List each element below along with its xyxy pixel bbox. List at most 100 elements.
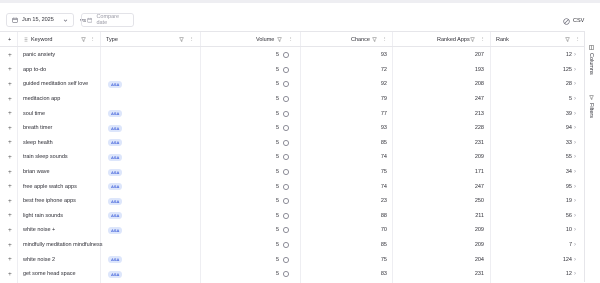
table-row[interactable]: + white noise 2 ASA 5 75 204 124 ›	[0, 252, 584, 267]
volume-history-icon[interactable]	[283, 165, 289, 180]
rank-chevron-icon[interactable]: ›	[574, 179, 576, 194]
rank-chevron-icon[interactable]: ›	[574, 92, 576, 107]
volume-history-icon[interactable]	[283, 209, 289, 224]
rank-chevron-icon[interactable]: ›	[574, 77, 576, 92]
expand-row-icon[interactable]: +	[8, 92, 12, 107]
expand-row-icon[interactable]: +	[8, 63, 12, 78]
volume-history-icon[interactable]	[283, 238, 289, 253]
volume-history-icon[interactable]	[283, 48, 289, 63]
rank-chevron-icon[interactable]: ›	[574, 252, 576, 267]
table-row[interactable]: + mindfully meditation mindfulness 5 85 …	[0, 238, 584, 253]
ranked-apps-cell: 207	[474, 52, 484, 59]
csv-export-button[interactable]: CSV	[563, 16, 584, 26]
volume-cell: 5	[275, 242, 279, 249]
type-filter-icon[interactable]	[179, 32, 184, 47]
volume-history-icon[interactable]	[283, 150, 289, 165]
rank-menu-icon[interactable]: ⋮	[575, 32, 581, 47]
ranked-apps-filter-icon[interactable]	[470, 32, 475, 47]
volume-history-icon[interactable]	[283, 136, 289, 151]
chance-cell: 72	[380, 66, 387, 73]
table-row[interactable]: + meditacion app 5 79 247 5 ›	[0, 92, 584, 107]
chance-cell: 77	[380, 110, 387, 117]
expand-row-icon[interactable]: +	[8, 252, 12, 267]
type-cell: ASA	[108, 106, 123, 121]
rank-chevron-icon[interactable]: ›	[574, 150, 576, 165]
rank-chevron-icon[interactable]: ›	[574, 165, 576, 180]
table-row[interactable]: + panic anxiety 5 93 207 12 ›	[0, 48, 584, 63]
filters-tab[interactable]: Filters	[588, 95, 594, 118]
expand-row-icon[interactable]: +	[8, 121, 12, 136]
keyword-filter-icon[interactable]	[81, 32, 86, 47]
rank-chevron-icon[interactable]: ›	[574, 121, 576, 136]
table-header: + Keyword ⋮ Type ⋮ Volume ⋮ Chance ⋮ Ran…	[0, 32, 584, 47]
rank-chevron-icon[interactable]: ›	[574, 267, 576, 282]
volume-history-icon[interactable]	[283, 194, 289, 209]
rank-chevron-icon[interactable]: ›	[574, 238, 576, 253]
expand-all-icon[interactable]: +	[8, 32, 11, 47]
expand-row-icon[interactable]: +	[8, 194, 12, 209]
table-row[interactable]: + get some head space ASA 5 83 231 12 ›	[0, 267, 584, 282]
type-badge: ASA	[108, 153, 123, 161]
volume-history-icon[interactable]	[283, 92, 289, 107]
rank-filter-icon[interactable]	[565, 32, 570, 47]
volume-history-icon[interactable]	[283, 106, 289, 121]
columns-tab[interactable]: Columns	[588, 45, 594, 75]
volume-history-icon[interactable]	[283, 267, 289, 282]
volume-history-icon[interactable]	[283, 63, 289, 78]
keyword-cell: get some head space	[23, 271, 76, 278]
rank-chevron-icon[interactable]: ›	[574, 48, 576, 63]
header-keyword[interactable]: Keyword	[24, 32, 52, 47]
header-ranked-apps[interactable]: Ranked Apps	[437, 32, 470, 47]
table-row[interactable]: + brian wave ASA 5 75 171 34 ›	[0, 165, 584, 180]
expand-row-icon[interactable]: +	[8, 150, 12, 165]
table-row[interactable]: + free apple watch apps ASA 5 74 247 95 …	[0, 179, 584, 194]
volume-history-icon[interactable]	[283, 77, 289, 92]
expand-row-icon[interactable]: +	[8, 238, 12, 253]
rank-cell: 34	[565, 169, 572, 176]
rank-chevron-icon[interactable]: ›	[574, 63, 576, 78]
expand-row-icon[interactable]: +	[8, 48, 12, 63]
expand-row-icon[interactable]: +	[8, 267, 12, 282]
rank-chevron-icon[interactable]: ›	[574, 194, 576, 209]
volume-menu-icon[interactable]: ⋮	[288, 32, 294, 47]
expand-row-icon[interactable]: +	[8, 106, 12, 121]
keyword-menu-icon[interactable]: ⋮	[90, 32, 96, 47]
compare-date-picker[interactable]: Compare date	[81, 13, 134, 27]
rank-chevron-icon[interactable]: ›	[574, 223, 576, 238]
expand-row-icon[interactable]: +	[8, 165, 12, 180]
chance-cell: 23	[380, 198, 387, 205]
expand-row-icon[interactable]: +	[8, 136, 12, 151]
table-row[interactable]: + light rain sounds ASA 5 88 211 56 ›	[0, 209, 584, 224]
table-row[interactable]: + white noise + ASA 5 70 209 10 ›	[0, 223, 584, 238]
type-menu-icon[interactable]: ⋮	[189, 32, 195, 47]
table-row[interactable]: + train sleep sounds ASA 5 74 209 55 ›	[0, 150, 584, 165]
header-type[interactable]: Type	[106, 32, 118, 47]
table-row[interactable]: + app to-do 5 72 193 125 ›	[0, 63, 584, 78]
table-row[interactable]: + soul time ASA 5 77 213 39 ›	[0, 106, 584, 121]
volume-history-icon[interactable]	[283, 179, 289, 194]
table-row[interactable]: + guided meditation self love ASA 5 92 2…	[0, 77, 584, 92]
header-rank[interactable]: Rank	[496, 32, 509, 47]
expand-row-icon[interactable]: +	[8, 77, 12, 92]
chance-filter-icon[interactable]	[372, 32, 377, 47]
ranked-apps-menu-icon[interactable]: ⋮	[480, 32, 486, 47]
rank-chevron-icon[interactable]: ›	[574, 209, 576, 224]
volume-filter-icon[interactable]	[277, 32, 282, 47]
volume-history-icon[interactable]	[283, 121, 289, 136]
rank-chevron-icon[interactable]: ›	[574, 106, 576, 121]
expand-row-icon[interactable]: +	[8, 179, 12, 194]
volume-history-icon[interactable]	[283, 223, 289, 238]
table-row[interactable]: + best free iphone apps ASA 5 23 250 19 …	[0, 194, 584, 209]
table-row[interactable]: + sleep health ASA 5 85 231 33 ›	[0, 136, 584, 151]
rank-chevron-icon[interactable]: ›	[574, 136, 576, 151]
date-picker[interactable]: Jun 15, 2025	[6, 13, 74, 27]
table-row[interactable]: + breath timer ASA 5 93 228 94 ›	[0, 121, 584, 136]
expand-row-icon[interactable]: +	[8, 209, 12, 224]
chance-menu-icon[interactable]: ⋮	[382, 32, 388, 47]
volume-history-icon[interactable]	[283, 252, 289, 267]
expand-row-icon[interactable]: +	[8, 223, 12, 238]
header-chance[interactable]: Chance	[351, 32, 370, 47]
header-volume[interactable]: Volume	[256, 32, 274, 47]
ranked-apps-cell: 231	[474, 139, 484, 146]
type-cell: ASA	[108, 194, 123, 209]
